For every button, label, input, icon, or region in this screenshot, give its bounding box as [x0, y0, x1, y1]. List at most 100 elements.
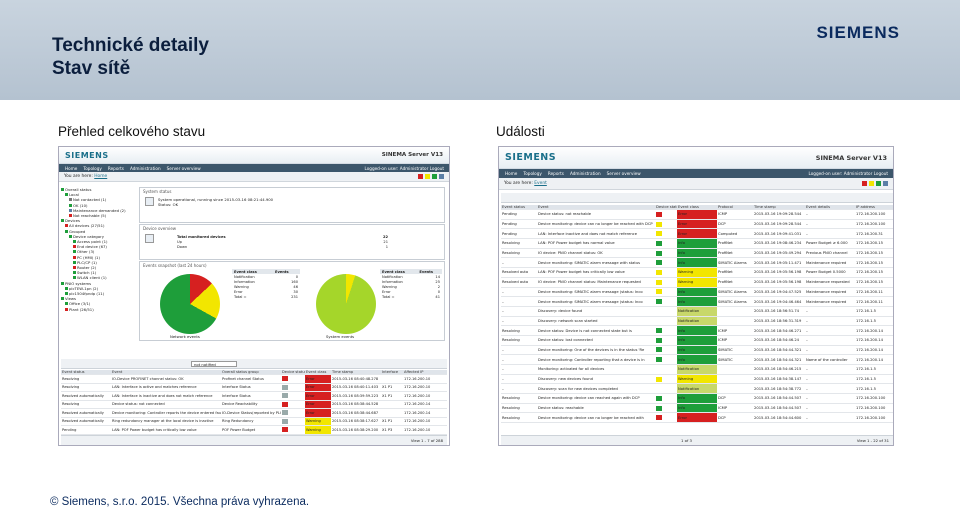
- table-row[interactable]: Resolving Device status: Device is not co…: [501, 325, 893, 336]
- breadcrumb-home[interactable]: Home: [94, 174, 107, 179]
- event-status: Resolved automatically: [61, 391, 111, 401]
- time-stamp: 2015-03-16 18:54:46.271: [753, 325, 805, 336]
- table-row[interactable]: – Device monitoring: Controller reporting…: [501, 354, 893, 365]
- event-status: Resolving: [501, 403, 537, 414]
- table-row[interactable]: Resolving Device status: reachable Info ICM…: [501, 403, 893, 414]
- status-filter-select[interactable]: not notified: [191, 361, 237, 367]
- status-icon: [65, 292, 68, 296]
- event-status: Pending: [61, 425, 111, 435]
- ok-count-icon[interactable]: [432, 174, 437, 179]
- event-details: –: [805, 412, 855, 424]
- user-info[interactable]: Logged-on user: Administrator Logout: [364, 166, 444, 171]
- nav-item-topology[interactable]: Topology: [83, 166, 102, 171]
- table-row[interactable]: Resolved auto IO device: PNIO channel sta…: [501, 277, 893, 288]
- table-row[interactable]: Resolving LAN: Interface is active and ma…: [61, 383, 447, 392]
- system-status-title: System status: [143, 189, 172, 194]
- nav-item-home[interactable]: Home: [65, 166, 77, 171]
- pager-text: View 1 - 22 of 31: [856, 438, 889, 443]
- info-count-icon[interactable]: [883, 181, 888, 186]
- ip-address: 172.16.200.14: [855, 325, 893, 336]
- nav-item-administration[interactable]: Administration: [130, 166, 161, 171]
- table-row[interactable]: – Device monitoring: SIMATIC alarm messag…: [501, 296, 893, 307]
- error-count-icon[interactable]: [862, 181, 867, 186]
- time-stamp: 2015-03-16 18:54:44.321: [753, 354, 805, 365]
- table-row[interactable]: – Device monitoring: SIMATIC alarm messag…: [501, 287, 893, 298]
- table-row[interactable]: Resolving Device status: not connected Dev…: [61, 400, 447, 409]
- event-class: Total =: [382, 294, 395, 299]
- device-status-cell: [655, 403, 677, 414]
- event-status: –: [501, 345, 537, 356]
- table-row[interactable]: Resolving Device status: lost connected In…: [501, 335, 893, 346]
- device-status-cell: [655, 296, 677, 307]
- table-row[interactable]: Pending LAN: Interface inactive and does …: [501, 228, 893, 240]
- app-name: SINEMA Server V13: [381, 152, 443, 158]
- device-status-cell: [655, 374, 677, 385]
- table-row[interactable]: Resolved automatically Device monitoring:…: [61, 408, 447, 418]
- table-row[interactable]: Resolving IO-Device PROFINET channel stat…: [61, 374, 447, 384]
- event-status: Pending: [501, 228, 537, 240]
- table-row[interactable]: Resolving LAN: POF Power budget has norma…: [501, 238, 893, 249]
- table-header: Event status Event Overall status group Dev…: [61, 370, 447, 375]
- status-icon: [61, 219, 64, 223]
- column-header[interactable]: Device status: [655, 205, 677, 210]
- table-row[interactable]: – Device monitoring: One of the devices i…: [501, 345, 893, 356]
- table-row[interactable]: Pending Device status: not reachable Error…: [501, 209, 893, 220]
- nav-item-home[interactable]: Home: [505, 171, 517, 176]
- error-count-icon[interactable]: [418, 174, 423, 179]
- warning-count-icon[interactable]: [869, 181, 874, 186]
- time-stamp: 2015-03-16 19:08:46.234: [753, 238, 805, 249]
- events-snapshot-panel: Events snapshot (last 24 hours) Network …: [139, 261, 445, 341]
- nav-item-server-overview[interactable]: Server overview: [167, 166, 201, 171]
- table-row[interactable]: – Discovery: network scan started Notifica…: [501, 316, 893, 327]
- user-info[interactable]: Logged-on user: Administrator Logout: [808, 171, 888, 176]
- status-icon: [65, 286, 68, 290]
- event-status: –: [501, 364, 537, 375]
- table-row[interactable]: – Device monitoring: SIMATIC alarm messag…: [501, 257, 893, 269]
- table-row[interactable]: – Discovery: device found Notification 2015…: [501, 306, 893, 317]
- event-text: LAN: POF Power budget has critically low…: [537, 267, 655, 278]
- nav-item-administration[interactable]: Administration: [570, 171, 601, 176]
- table-row[interactable]: Resolving IO device: PNIO channel status:…: [501, 248, 893, 259]
- table-row[interactable]: – Monitoring: activated for all devices No…: [501, 364, 893, 375]
- table-row[interactable]: – Discovery: new devices found Warning 2015…: [501, 374, 893, 385]
- event-status: Resolving: [501, 393, 537, 404]
- device-status-cell: [655, 209, 677, 220]
- info-count-icon[interactable]: [439, 174, 444, 179]
- nav-item-topology[interactable]: Topology: [523, 171, 542, 176]
- table-row[interactable]: Resolved automatically LAN: Interface is …: [61, 391, 447, 401]
- nav-item-reports[interactable]: Reports: [108, 166, 124, 171]
- ok-count-icon[interactable]: [876, 181, 881, 186]
- breadcrumb-event[interactable]: Event: [534, 181, 547, 186]
- status-group: Interface Status: [221, 391, 281, 401]
- table-row[interactable]: Pending Device monitoring: device can no …: [501, 219, 893, 230]
- you-are-here-label: You are here:: [64, 174, 93, 179]
- event-count: 41: [435, 294, 440, 299]
- device-status-icon: [656, 299, 662, 305]
- column-header[interactable]: Device status: [281, 370, 305, 375]
- table-row[interactable]: Resolved automatically Ring redundancy ma…: [61, 417, 447, 426]
- device-status-cell: [655, 287, 677, 298]
- event-filter-bar: not notified: [61, 359, 447, 369]
- tree-item[interactable]: Plant (26/51): [61, 307, 135, 312]
- event-details: –: [805, 306, 855, 317]
- nav-item-reports[interactable]: Reports: [548, 171, 564, 176]
- affected-ip: 172.16.200.14: [403, 400, 447, 409]
- table-row[interactable]: Resolving Device monitoring: device can r…: [501, 393, 893, 404]
- interface: X1 P1: [381, 383, 403, 392]
- server-icon: [145, 197, 154, 206]
- event-details: –: [805, 403, 855, 414]
- status-icon: [65, 229, 68, 233]
- ip-address: 172.16.200.11: [855, 287, 893, 298]
- device-status-icon: [282, 376, 288, 382]
- status-icon: [61, 297, 64, 301]
- table-row[interactable]: Resolving Device monitoring: device can n…: [501, 412, 893, 424]
- warning-count-icon[interactable]: [425, 174, 430, 179]
- page-indicator[interactable]: 1 of 3: [681, 438, 692, 443]
- nav-item-server-overview[interactable]: Server overview: [607, 171, 641, 176]
- table-row[interactable]: Resolved auto LAN: POF Power budget has c…: [501, 267, 893, 278]
- table-row[interactable]: Pending LAN: POF Power budget has critica…: [61, 425, 447, 435]
- time-stamp: 2015-03-16 19:05:56.198: [753, 277, 805, 288]
- protocol: ICMP: [717, 209, 753, 220]
- status-icon: [73, 260, 76, 264]
- table-row[interactable]: – Discovery: scan for new devices complet…: [501, 383, 893, 395]
